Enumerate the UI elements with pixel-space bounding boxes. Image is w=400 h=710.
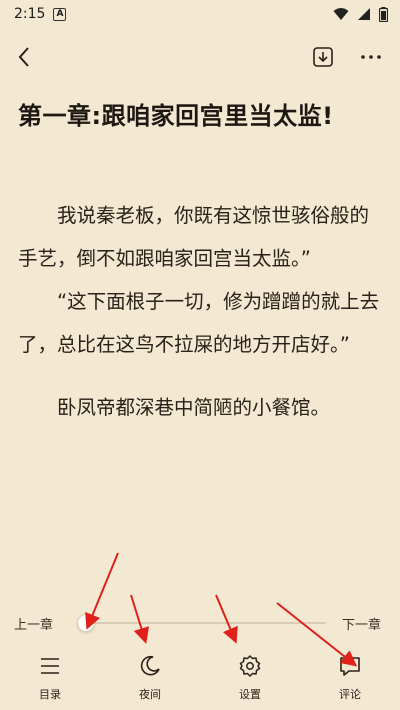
reader-page: 2:15 A 第一章:跟咱家回宫里当太监! 我说秦老板，你既有这惊世骇俗般的手艺… [0, 0, 400, 710]
progress-thumb[interactable] [77, 614, 95, 632]
catalog-list-icon [41, 658, 59, 674]
progress-slider[interactable] [77, 614, 326, 632]
download-icon[interactable] [311, 44, 335, 70]
signal-icon [358, 8, 370, 20]
paragraph: 卧凤帝都深巷中简陋的小餐馆。 [57, 396, 331, 419]
comment-label: 评论 [339, 688, 361, 701]
chapter-content: 我说秦老板，你既有这惊世骇俗般的手艺，倒不如跟咱家回宫当太监。” “这下面根子一… [18, 194, 384, 429]
paragraph: 我说秦老板，你既有这惊世骇俗般的手艺，倒不如跟咱家回宫当太监。” [18, 204, 370, 270]
catalog-button[interactable]: 目录 [20, 654, 80, 704]
prev-chapter-button[interactable]: 上一章 [14, 614, 53, 633]
battery-icon [379, 6, 388, 22]
chapter-title: 第一章:跟咱家回宫里当太监! [18, 102, 334, 130]
settings-label: 设置 [239, 688, 261, 701]
status-bar: 2:15 A [0, 0, 400, 28]
settings-button[interactable]: 设置 [220, 654, 280, 704]
more-horizontal-icon[interactable] [358, 44, 384, 70]
night-mode-button[interactable]: 夜间 [120, 654, 180, 704]
notification-icon: A [53, 7, 67, 21]
night-mode-label: 夜间 [139, 688, 161, 701]
gear-icon [239, 655, 261, 677]
bottom-toolbar: 目录 夜间 设置 评论 [0, 648, 400, 710]
status-time: 2:15 [14, 6, 46, 22]
paragraph: “这下面根子一切，修为蹭蹭的就上去了，总比在这鸟不拉屎的地方开店好。” [18, 290, 380, 356]
chapter-progress: 上一章 下一章 [0, 608, 400, 636]
comment-icon [340, 657, 360, 676]
top-nav [0, 38, 400, 78]
comment-button[interactable]: 评论 [320, 654, 380, 704]
catalog-label: 目录 [39, 688, 61, 701]
wifi-icon [333, 8, 349, 20]
moon-icon [140, 655, 160, 676]
next-chapter-button[interactable]: 下一章 [342, 614, 381, 633]
chevron-left-icon[interactable] [12, 44, 38, 70]
